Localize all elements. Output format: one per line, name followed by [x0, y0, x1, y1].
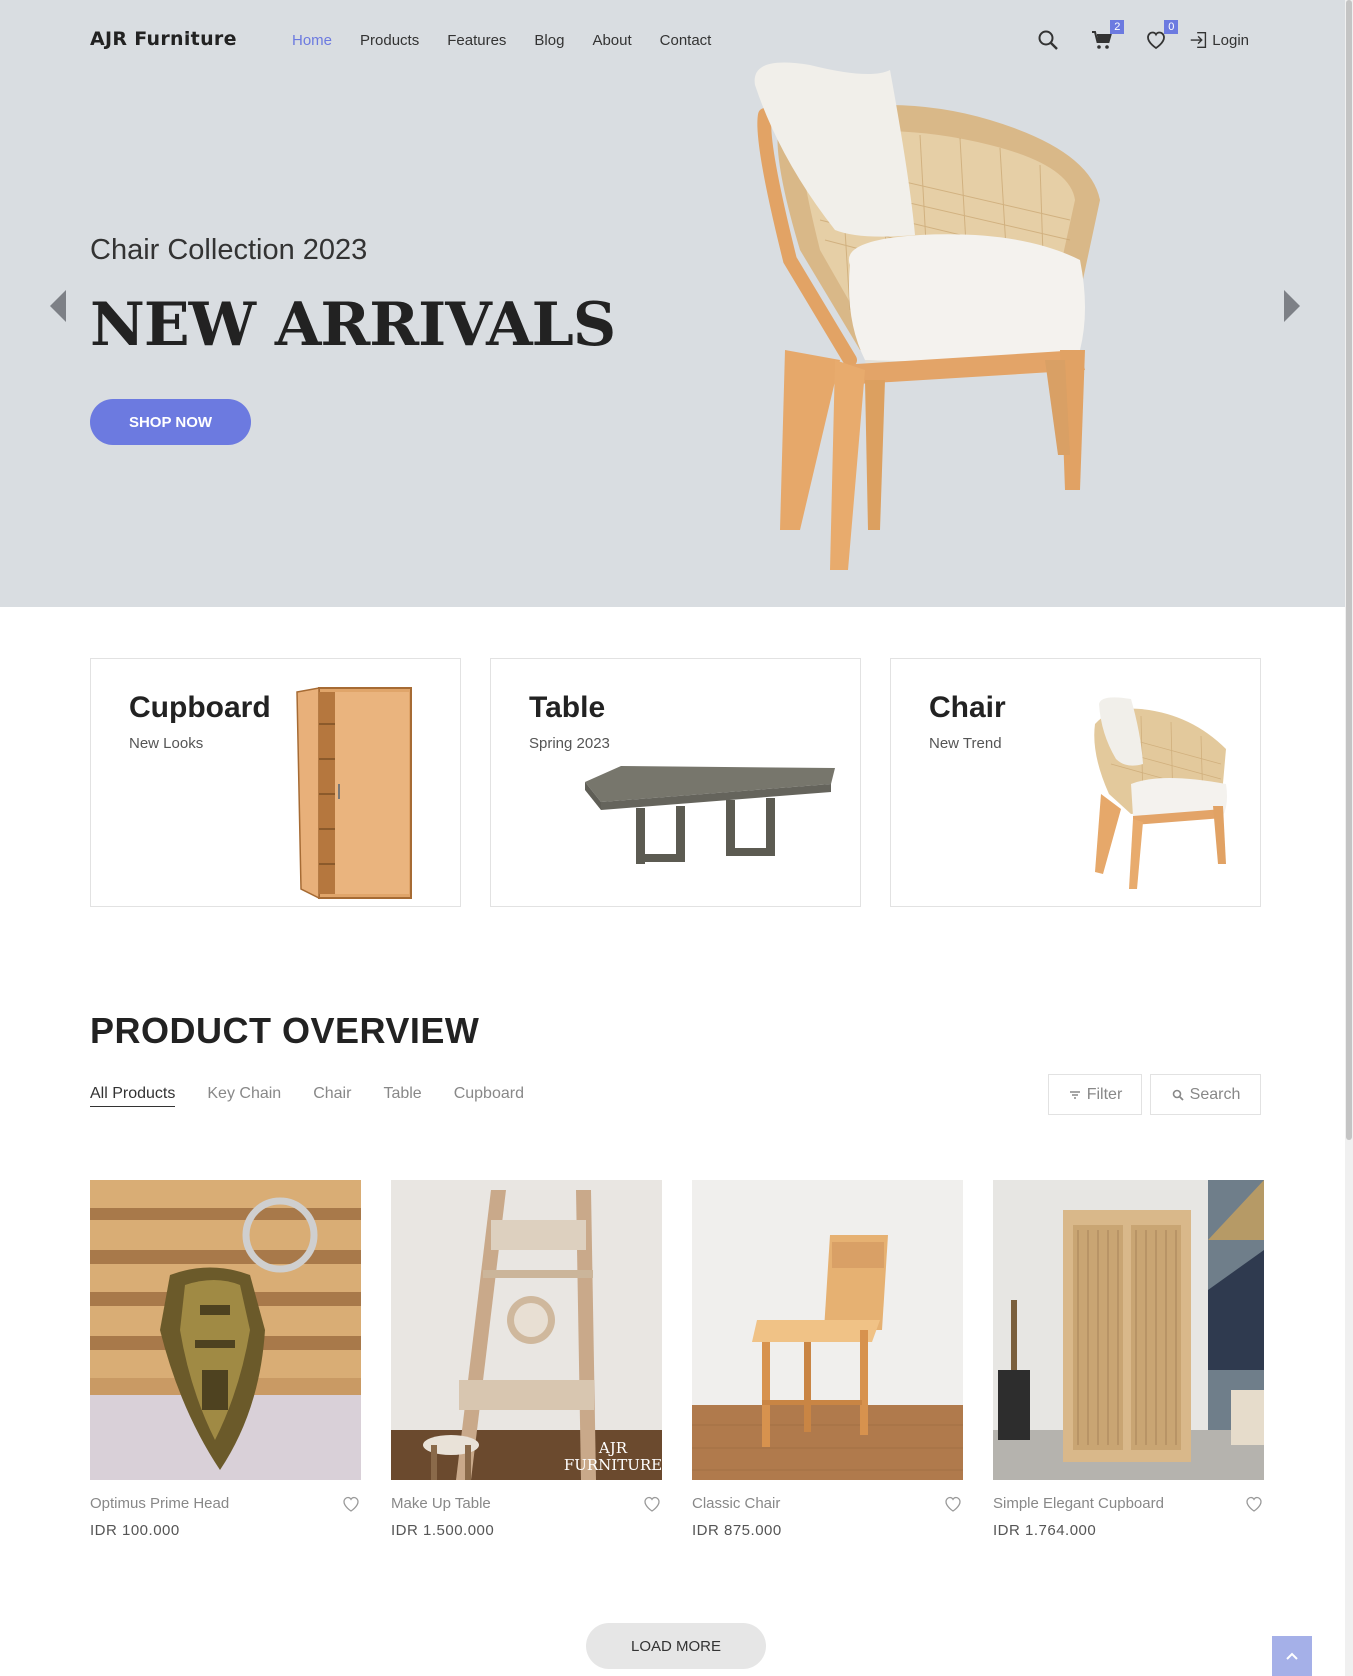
- category-subtitle: New Looks: [129, 735, 204, 752]
- product-image[interactable]: AJR FURNITURE: [391, 1180, 662, 1480]
- login-label: Login: [1212, 31, 1249, 49]
- shop-now-button[interactable]: SHOP NOW: [90, 399, 251, 445]
- product-name[interactable]: Classic Chair: [692, 1495, 780, 1512]
- cart-button[interactable]: 2: [1088, 20, 1125, 54]
- product-card[interactable]: Classic Chair IDR 875.000: [692, 1180, 963, 1539]
- category-subtitle: Spring 2023: [529, 735, 610, 752]
- product-card[interactable]: AJR FURNITURE Make Up Table IDR 1.500.00…: [391, 1180, 662, 1539]
- product-card[interactable]: Simple Elegant Cupboard IDR 1.764.000: [993, 1180, 1264, 1539]
- scrollbar-thumb[interactable]: [1346, 0, 1352, 1140]
- category-title: Cupboard: [129, 691, 271, 724]
- header-actions: 2 0 Login: [1008, 20, 1249, 54]
- table-image: [585, 766, 835, 864]
- tab-chair[interactable]: Chair: [313, 1085, 351, 1107]
- category-filter-tabs: All Products Key Chain Chair Table Cupbo…: [90, 1085, 556, 1107]
- product-image[interactable]: [692, 1180, 963, 1480]
- product-name[interactable]: Make Up Table: [391, 1495, 491, 1512]
- product-card[interactable]: Optimus Prime Head IDR 100.000: [90, 1180, 361, 1539]
- nav-products[interactable]: Products: [360, 32, 419, 49]
- slider-next-arrow-icon[interactable]: [1284, 290, 1300, 322]
- cart-count-badge: 2: [1110, 20, 1125, 34]
- product-image[interactable]: [90, 1180, 361, 1480]
- chevron-up-icon: [1286, 1652, 1298, 1660]
- watermark-text: AJR: [598, 1439, 628, 1457]
- product-name[interactable]: Optimus Prime Head: [90, 1495, 229, 1512]
- nav-blog[interactable]: Blog: [534, 32, 564, 49]
- search-icon[interactable]: [1034, 26, 1062, 54]
- search-label: Search: [1189, 1085, 1241, 1103]
- heart-icon[interactable]: [642, 1495, 662, 1513]
- tab-table[interactable]: Table: [383, 1085, 421, 1107]
- category-card-chair[interactable]: Chair New Trend: [890, 658, 1261, 907]
- nav-home[interactable]: Home: [292, 32, 332, 49]
- product-name[interactable]: Simple Elegant Cupboard: [993, 1495, 1164, 1512]
- hero-title: NEW ARRIVALS: [90, 290, 616, 360]
- category-card-cupboard[interactable]: Cupboard New Looks: [90, 658, 461, 907]
- category-card-table[interactable]: Table Spring 2023: [490, 658, 861, 907]
- chair-image: [1094, 697, 1227, 889]
- main-nav: Home Products Features Blog About Contac…: [292, 32, 739, 49]
- hero-chair-image: [754, 62, 1100, 570]
- product-image[interactable]: [993, 1180, 1264, 1480]
- product-price: IDR 875.000: [692, 1522, 782, 1539]
- heart-icon[interactable]: [341, 1495, 361, 1513]
- wishlist-button[interactable]: 0: [1142, 20, 1179, 54]
- tab-all-products[interactable]: All Products: [90, 1085, 176, 1107]
- page-scrollbar[interactable]: [1345, 0, 1353, 1676]
- heart-icon[interactable]: [1244, 1495, 1264, 1513]
- category-title: Chair: [929, 691, 1006, 724]
- category-title: Table: [529, 691, 606, 724]
- nav-features[interactable]: Features: [447, 32, 506, 49]
- wishlist-count-badge: 0: [1164, 20, 1179, 34]
- heart-icon[interactable]: [943, 1495, 963, 1513]
- cupboard-image: [296, 687, 412, 900]
- product-price: IDR 100.000: [90, 1522, 180, 1539]
- section-title: PRODUCT OVERVIEW: [90, 1010, 480, 1051]
- filter-icon: [1069, 1090, 1080, 1099]
- product-price: IDR 1.500.000: [391, 1522, 495, 1539]
- login-icon: [1191, 31, 1207, 49]
- product-price: IDR 1.764.000: [993, 1522, 1097, 1539]
- tab-cupboard[interactable]: Cupboard: [454, 1085, 524, 1107]
- tab-key-chain[interactable]: Key Chain: [207, 1085, 281, 1107]
- nav-contact[interactable]: Contact: [660, 32, 712, 49]
- nav-about[interactable]: About: [592, 32, 631, 49]
- site-logo[interactable]: AJR Furniture: [90, 28, 237, 50]
- search-button[interactable]: Search: [1150, 1074, 1261, 1115]
- filter-label: Filter: [1086, 1085, 1123, 1103]
- hero-banner: AJR Furniture Home Products Features Blo…: [0, 0, 1353, 607]
- load-more-button[interactable]: LOAD MORE: [586, 1623, 766, 1669]
- search-icon: [1172, 1089, 1184, 1101]
- filter-button[interactable]: Filter: [1048, 1074, 1142, 1115]
- category-subtitle: New Trend: [929, 735, 1002, 752]
- login-link[interactable]: Login: [1188, 29, 1249, 51]
- slider-prev-arrow-icon[interactable]: [50, 290, 66, 322]
- watermark-text: FURNITURE: [564, 1456, 662, 1474]
- back-to-top-button[interactable]: [1272, 1636, 1312, 1676]
- hero-subtitle: Chair Collection 2023: [90, 234, 368, 266]
